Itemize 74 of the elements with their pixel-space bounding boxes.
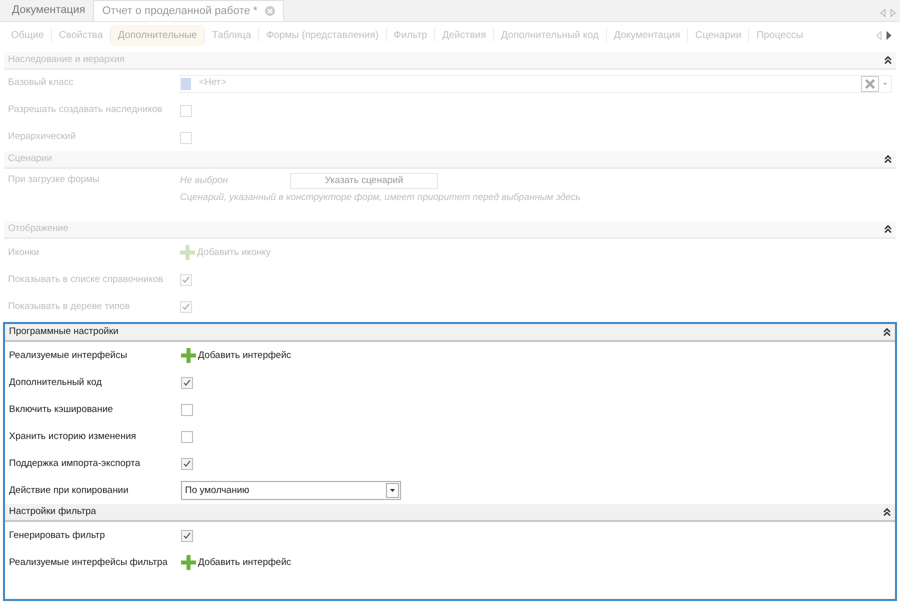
field-label: Реализуемые интерфейсы фильтра: [8, 556, 169, 570]
collapse-icon[interactable]: [884, 155, 892, 163]
caret-icon: [390, 489, 395, 492]
tab[interactable]: Формы (представления): [259, 24, 386, 46]
check-icon: [183, 532, 191, 540]
field-label: Хранить историю изменения: [8, 430, 138, 444]
field-label: Базовый класс: [7, 76, 74, 90]
field-label: Действие при копировании: [8, 484, 130, 498]
field-label: Разрешать создавать наследников: [7, 103, 164, 118]
check-icon: [182, 303, 190, 310]
document-tab[interactable]: Документация: [4, 0, 94, 21]
choose-scenario-button[interactable]: Указать сценарий: [290, 173, 438, 189]
field-label: Иерархический: [7, 130, 77, 144]
tab[interactable]: Фильтр: [386, 24, 434, 46]
section-title: Сценарии: [8, 152, 52, 166]
plus-icon: [181, 348, 196, 364]
add-link[interactable]: Добавить интерфейс: [181, 555, 292, 570]
checkbox[interactable]: [180, 104, 192, 116]
class-icon: [181, 78, 191, 90]
field-label: Иконки: [7, 246, 40, 260]
tab[interactable]: Действия: [435, 24, 494, 46]
section-header[interactable]: Сценарии: [4, 151, 896, 169]
section-title: Настройки фильтра: [9, 505, 96, 520]
plus-icon: [181, 555, 196, 570]
field-label: Показывать в дереве типов: [7, 300, 131, 314]
field-label: Реализуемые интерфейсы: [8, 348, 128, 363]
add-link[interactable]: Добавить иконку: [180, 245, 271, 260]
section-header[interactable]: Наследование и иерархия: [4, 52, 896, 70]
check-icon: [183, 460, 191, 468]
field-label: Включить кэширование: [8, 402, 114, 417]
checkbox[interactable]: [180, 300, 192, 313]
tab[interactable]: Документация: [606, 24, 688, 46]
checkbox[interactable]: [181, 404, 193, 416]
check-icon: [182, 276, 190, 284]
section-title: Отображение: [8, 222, 68, 236]
dropdown-field[interactable]: По умолчанию: [181, 481, 401, 500]
tab[interactable]: Таблица: [204, 24, 258, 46]
collapse-icon[interactable]: [884, 225, 892, 234]
tab[interactable]: Сценарии: [688, 24, 748, 46]
section-header[interactable]: Настройки фильтра: [5, 504, 895, 522]
field-label: При загрузке формы: [7, 173, 100, 187]
section-header[interactable]: Отображение: [4, 221, 896, 240]
checkbox[interactable]: [181, 430, 193, 443]
section-header[interactable]: Программные настройки: [5, 324, 895, 342]
field-label: Поддержка импорта-экспорта: [8, 456, 142, 471]
collapse-icon[interactable]: [883, 328, 891, 336]
collapse-icon[interactable]: [884, 56, 892, 64]
section-title: Программные настройки: [9, 325, 118, 340]
checkbox[interactable]: [180, 132, 192, 144]
tab[interactable]: Дополнительный код: [494, 24, 606, 46]
lookup-field[interactable]: <Нет>: [180, 74, 892, 92]
field-label: Дополнительный код: [8, 376, 103, 390]
check-icon: [183, 379, 191, 386]
checkbox[interactable]: [181, 458, 193, 470]
scroll-right-icon[interactable]: [886, 30, 892, 40]
field-label: Показывать в списке справочников: [7, 272, 164, 287]
document-tab[interactable]: Отчет о проделанной работе *: [93, 0, 284, 21]
clear-icon[interactable]: [861, 76, 879, 92]
tab[interactable]: Общие: [4, 24, 51, 46]
section-title: Наследование и иерархия: [8, 52, 125, 67]
tab[interactable]: Дополнительные: [110, 24, 204, 46]
plus-icon: [180, 245, 195, 260]
collapse-icon[interactable]: [883, 508, 891, 516]
tab[interactable]: Свойства: [52, 24, 110, 46]
close-icon[interactable]: [265, 6, 276, 16]
field-label: Генерировать фильтр: [8, 528, 106, 543]
checkbox[interactable]: [181, 376, 193, 389]
add-link[interactable]: Добавить интерфейс: [181, 348, 292, 364]
checkbox[interactable]: [180, 274, 192, 286]
scroll-left-icon[interactable]: [880, 9, 886, 17]
tab[interactable]: Процессы: [749, 24, 810, 46]
scenario-value: Не выброн: [180, 174, 229, 188]
hint-text: Сценарий, указанный в конструкторе форм, имеет приоритет перед выбранным здесь: [180, 191, 580, 205]
checkbox[interactable]: [181, 530, 193, 542]
